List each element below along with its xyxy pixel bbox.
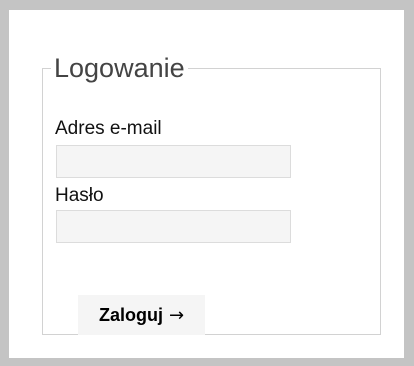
arrow-right-icon: → bbox=[168, 304, 185, 326]
login-button[interactable]: Zaloguj → bbox=[78, 295, 205, 335]
email-label: Adres e-mail bbox=[55, 118, 162, 139]
login-panel: Logowanie Adres e-mail Hasło Zaloguj → bbox=[9, 10, 404, 358]
login-title: Logowanie bbox=[54, 53, 185, 83]
password-label: Hasło bbox=[55, 185, 104, 206]
login-button-label: Zaloguj bbox=[98, 304, 163, 325]
password-field[interactable] bbox=[56, 210, 291, 243]
email-field[interactable] bbox=[56, 145, 291, 178]
login-fieldset: Logowanie Adres e-mail Hasło Zaloguj → bbox=[42, 55, 381, 335]
